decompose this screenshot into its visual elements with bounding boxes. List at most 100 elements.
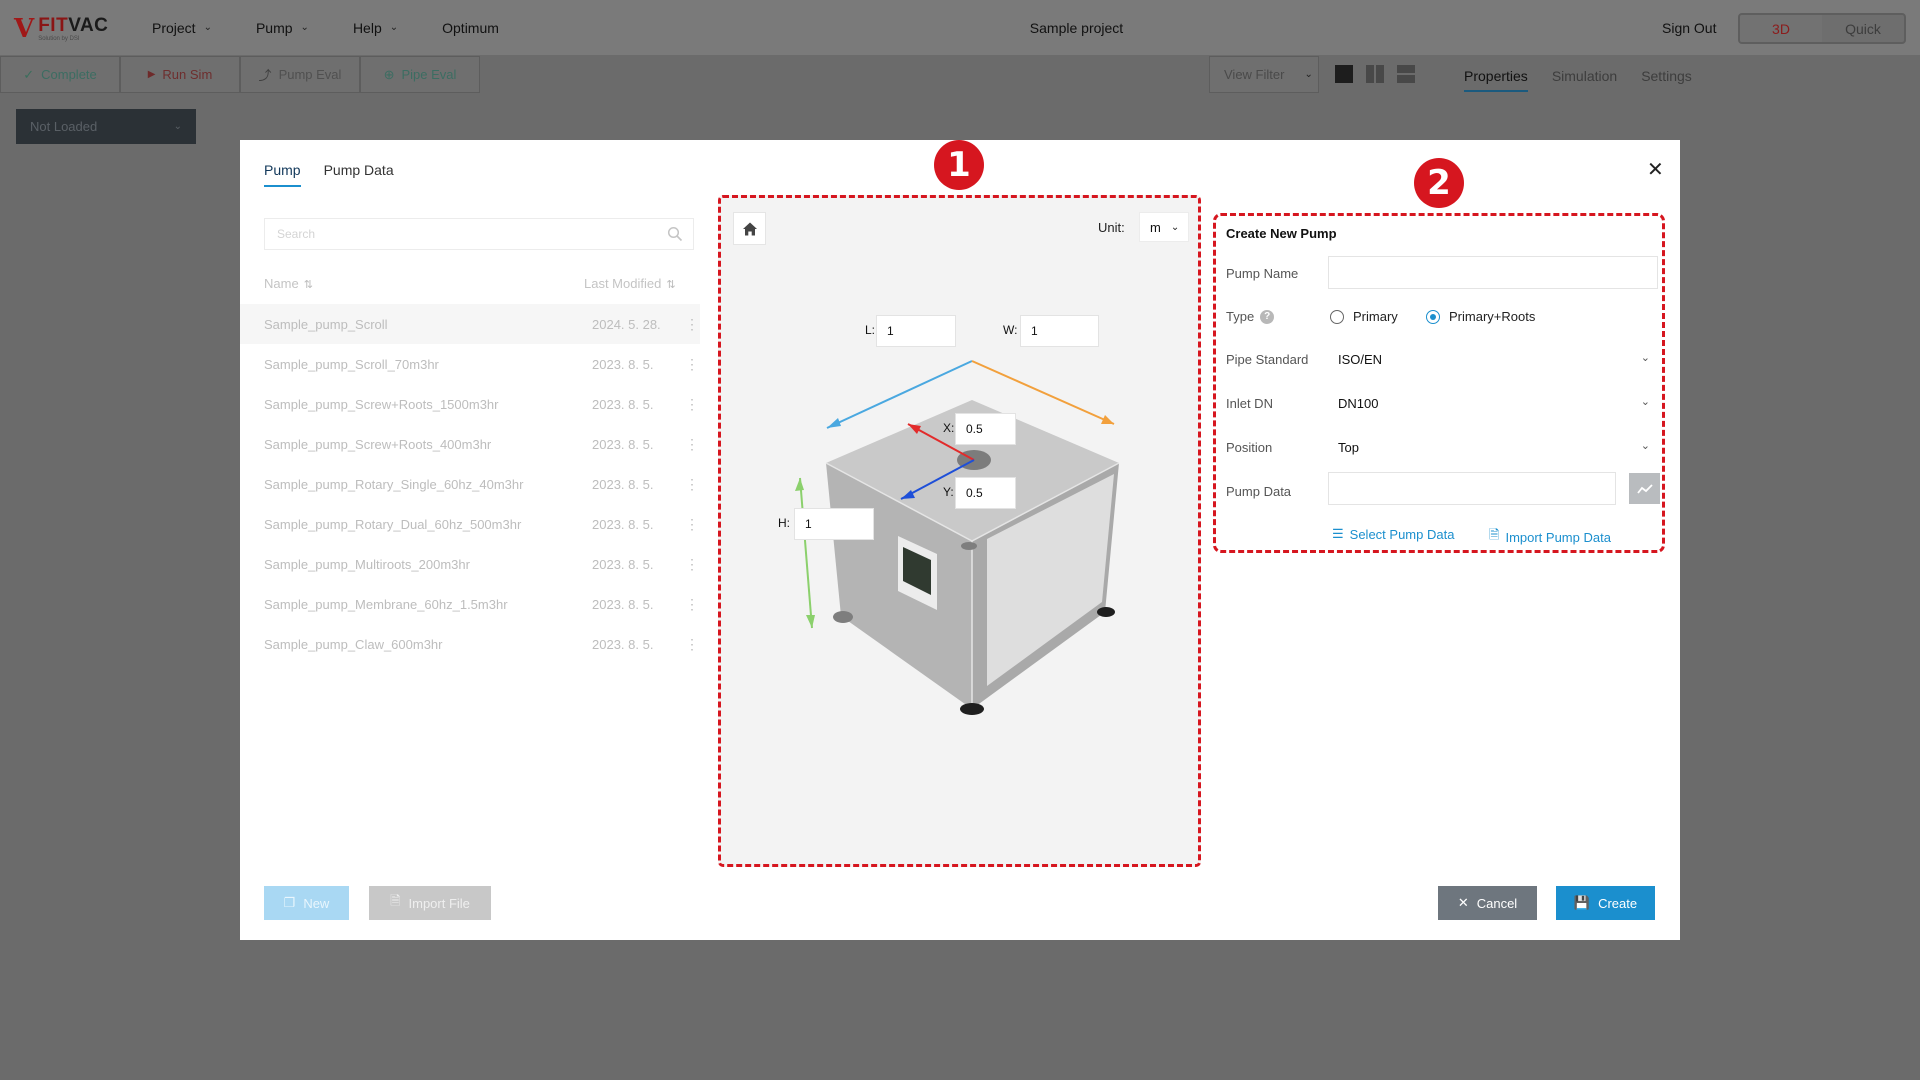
mode-3d-button[interactable]: 3D (1740, 15, 1822, 42)
box-foot-back (961, 542, 977, 550)
split-vertical-icon[interactable] (1366, 65, 1384, 83)
logo-tagline: Solution by DSI (38, 36, 80, 42)
y-position-input[interactable]: 0.5 (955, 477, 1016, 509)
help-icon[interactable]: ? (1260, 309, 1275, 324)
tab-pump-data[interactable]: Pump Data (324, 162, 394, 187)
select-pump-data-link[interactable]: ☰ Select Pump Data (1332, 526, 1454, 542)
search-input[interactable]: Search (264, 218, 694, 250)
height-label: H: (778, 516, 790, 530)
file-import-icon: 🗎 (1489, 527, 1500, 542)
create-pump-title: Create New Pump (1226, 226, 1337, 241)
list-item[interactable]: Sample_pump_Scroll_70m3hr 2023. 8. 5. ⋮ (240, 344, 700, 384)
nav-pump-menu[interactable]: Pump ⌄ (256, 20, 309, 36)
annotation-badge-1: 1 (934, 140, 984, 190)
pump-eval-button[interactable]: ⤴ Pump Eval (240, 56, 360, 93)
copy-icon: ❐ (283, 895, 296, 910)
more-vertical-icon[interactable]: ⋮ (685, 517, 699, 531)
cancel-button[interactable]: ✕ Cancel (1438, 886, 1537, 920)
list-item[interactable]: Sample_pump_Screw+Roots_1500m3hr 2023. 8… (240, 384, 700, 424)
complete-button[interactable]: ✓ Complete (0, 56, 120, 93)
logo-word-fit: FIT (38, 15, 69, 36)
split-horizontal-icon[interactable] (1397, 65, 1415, 83)
import-pump-data-link[interactable]: 🗎 Import Pump Data (1489, 526, 1611, 548)
more-vertical-icon[interactable]: ⋮ (685, 477, 699, 491)
box-foot-front (960, 703, 984, 715)
height-axis (799, 477, 813, 629)
pump-data-field[interactable] (1328, 472, 1616, 505)
close-icon[interactable]: ✕ (1647, 160, 1664, 180)
sign-out-button[interactable]: Sign Out (1662, 20, 1716, 36)
sort-icon: ⇅ (303, 279, 313, 291)
mode-quick-button[interactable]: Quick (1822, 15, 1904, 42)
more-vertical-icon[interactable]: ⋮ (685, 397, 699, 411)
pump-3d-viewer[interactable]: Unit: m ⌄ L: 1 W: 1 X: 0.5 Y: 0.5 H: 1 (718, 195, 1201, 867)
list-item[interactable]: Sample_pump_Screw+Roots_400m3hr 2023. 8.… (240, 424, 700, 464)
pump-data-chart-button[interactable] (1629, 473, 1660, 504)
tab-simulation[interactable]: Simulation (1552, 68, 1617, 92)
close-icon: ✕ (1457, 895, 1469, 910)
x-position-input[interactable]: 0.5 (955, 413, 1016, 445)
more-vertical-icon[interactable]: ⋮ (685, 597, 699, 611)
layout-switcher (1335, 65, 1415, 83)
more-vertical-icon[interactable]: ⋮ (685, 357, 699, 371)
logo-mark: V (14, 14, 35, 44)
pipe-eval-button[interactable]: ⊕ Pipe Eval (360, 56, 480, 93)
pipe-icon: ⊕ (383, 66, 395, 82)
type-radio-primary[interactable]: Primary (1330, 309, 1398, 324)
chevron-down-icon: ⌄ (300, 22, 309, 33)
length-input[interactable]: 1 (876, 315, 956, 347)
list-item[interactable]: Sample_pump_Membrane_60hz_1.5m3hr 2023. … (240, 584, 700, 624)
height-input[interactable]: 1 (794, 508, 874, 540)
tab-settings[interactable]: Settings (1641, 68, 1692, 92)
nav-help-menu[interactable]: Help ⌄ (353, 20, 398, 36)
list-item[interactable]: Sample_pump_Multiroots_200m3hr 2023. 8. … (240, 544, 700, 584)
run-sim-button[interactable]: ▶ Run Sim (120, 56, 240, 93)
new-pump-button[interactable]: ❐ New (264, 886, 349, 920)
pump-dialog: ✕ Pump Pump Data Search Name ⇅ Last Modif… (240, 140, 1680, 940)
more-vertical-icon[interactable]: ⋮ (685, 437, 699, 451)
chevron-down-icon: ⌄ (1304, 69, 1313, 80)
length-label: L: (865, 323, 876, 337)
position-label: Position (1226, 440, 1273, 455)
top-bar: V FITVAC Solution by DSI Project ⌄ Pump ⌄ … (0, 0, 1920, 55)
width-input[interactable]: 1 (1020, 315, 1099, 347)
pump-list: Sample_pump_Scroll 2024. 5. 28. ⋮ Sample… (240, 304, 700, 664)
radio-unchecked-icon (1330, 309, 1344, 324)
not-loaded-select[interactable]: Not Loaded ⌄ (16, 109, 196, 144)
list-item[interactable]: Sample_pump_Rotary_Dual_60hz_500m3hr 202… (240, 504, 700, 544)
more-vertical-icon[interactable]: ⋮ (685, 317, 699, 331)
chevron-down-icon: ⌄ (1640, 352, 1650, 364)
view-filter-select[interactable]: View Filter ⌄ (1209, 56, 1319, 93)
pipe-standard-select[interactable]: ISO/EN ⌄ (1328, 343, 1658, 376)
import-file-button[interactable]: 🗎 Import File (369, 886, 491, 920)
file-icon: 🗎 (390, 893, 401, 908)
check-icon: ✓ (23, 66, 35, 82)
radio-checked-icon (1426, 309, 1440, 324)
list-item[interactable]: Sample_pump_Rotary_Single_60hz_40m3hr 20… (240, 464, 700, 504)
chart-line-icon (1636, 483, 1653, 494)
create-button[interactable]: 💾 Create (1556, 886, 1655, 920)
single-view-icon[interactable] (1335, 65, 1353, 83)
inlet-dn-select[interactable]: DN100 ⌄ (1328, 387, 1658, 420)
list-item[interactable]: Sample_pump_Claw_600m3hr 2023. 8. 5. ⋮ (240, 624, 700, 664)
type-radio-primary-roots[interactable]: Primary+Roots (1426, 309, 1535, 324)
more-vertical-icon[interactable]: ⋮ (685, 557, 699, 571)
pump-name-field[interactable] (1328, 256, 1658, 289)
nav-project-menu[interactable]: Project ⌄ (152, 20, 212, 36)
name-column-header[interactable]: Name ⇅ (264, 276, 313, 291)
tab-pump[interactable]: Pump (264, 162, 301, 187)
position-select[interactable]: Top ⌄ (1328, 431, 1658, 464)
box-foot-right (1097, 607, 1115, 617)
nav-optimum[interactable]: Optimum (442, 20, 499, 36)
more-vertical-icon[interactable]: ⋮ (685, 637, 699, 651)
chevron-down-icon: ⌄ (173, 121, 182, 132)
width-label: W: (1003, 323, 1018, 337)
last-modified-column-header[interactable]: Last Modified ⇅ (584, 276, 676, 291)
list-item[interactable]: Sample_pump_Scroll 2024. 5. 28. ⋮ (240, 304, 700, 344)
save-icon: 💾 (1573, 895, 1591, 910)
sort-icon: ⇅ (666, 279, 676, 291)
type-label-row: Type ? (1226, 309, 1275, 324)
tab-properties[interactable]: Properties (1464, 68, 1528, 92)
y-label: Y: (943, 485, 954, 499)
chevron-down-icon: ⌄ (1640, 396, 1650, 408)
